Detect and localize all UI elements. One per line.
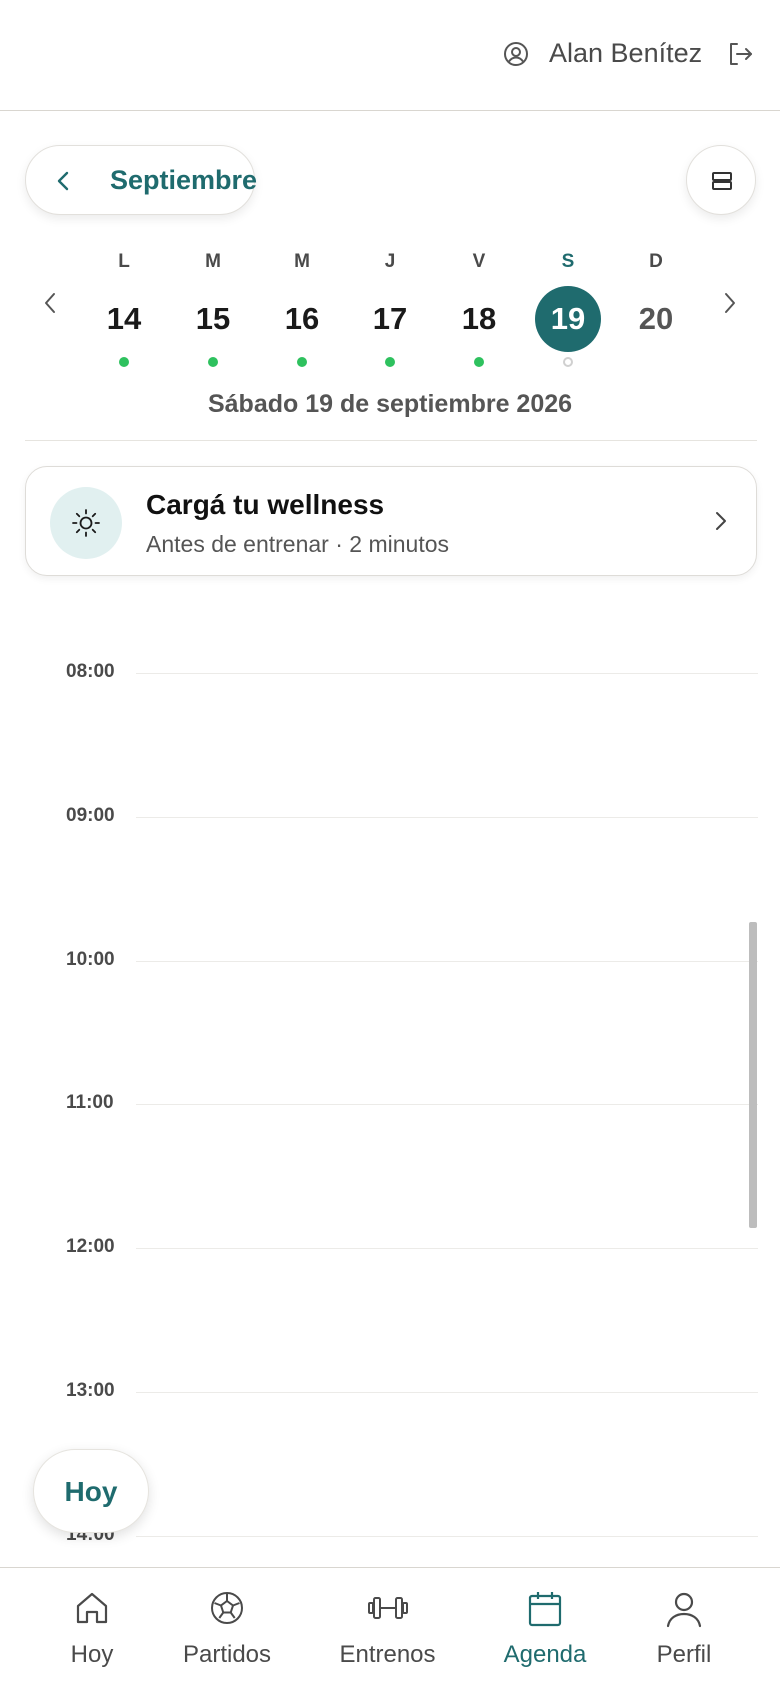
user-name[interactable]: Alan Benítez <box>549 38 702 69</box>
hour-row: 12:00 <box>0 1236 780 1268</box>
view-toggle-button[interactable] <box>686 145 756 215</box>
hour-label: 11:00 <box>66 1092 114 1113</box>
day-20[interactable]: D 20 <box>621 248 691 352</box>
nav-item-agenda[interactable]: Agenda <box>488 1568 602 1688</box>
day-16[interactable]: M 16 <box>267 248 337 367</box>
hour-line <box>136 1536 758 1537</box>
calendar-icon <box>528 1592 562 1627</box>
user-circle-icon <box>504 42 528 66</box>
day-letter: V <box>472 251 486 272</box>
hour-label: 09:00 <box>66 805 115 826</box>
today-button[interactable]: Hoy <box>33 1449 149 1533</box>
chevron-left-icon <box>57 171 69 191</box>
empty-event-dot <box>563 357 573 367</box>
hour-row: 11:00 <box>0 1092 780 1124</box>
hour-label: 08:00 <box>66 661 115 682</box>
wellness-card[interactable]: Cargá tu wellness Antes de entrenar · 2 … <box>25 466 757 576</box>
selected-date-label: Sábado 19 de septiembre 2026 <box>207 390 573 418</box>
previous-week-icon[interactable] <box>38 290 62 316</box>
event-dot <box>297 357 307 367</box>
day-14[interactable]: L 14 <box>89 248 159 367</box>
hour-row: 10:00 <box>0 949 780 981</box>
divider <box>25 440 757 441</box>
event-dot <box>119 357 129 367</box>
hour-row: 08:00 <box>0 661 780 693</box>
day-letter: M <box>205 251 221 272</box>
day-19-selected[interactable]: S 19 <box>533 248 603 367</box>
wellness-subtitle: Antes de entrenar · 2 minutos <box>146 531 449 557</box>
hour-line <box>136 1392 758 1393</box>
day-17[interactable]: J 17 <box>355 248 425 367</box>
day-15[interactable]: M 15 <box>178 248 248 367</box>
day-letter: S <box>561 251 575 272</box>
day-number: 15 <box>195 301 231 336</box>
day-number: 19 <box>535 286 601 352</box>
day-letter: J <box>384 251 396 272</box>
day-letter: M <box>294 251 310 272</box>
hour-label: 10:00 <box>66 949 115 970</box>
hour-line <box>136 673 758 674</box>
nav-item-perfil[interactable]: Perfil <box>642 1568 726 1688</box>
sun-icon <box>72 509 100 537</box>
day-number: 20 <box>638 301 674 336</box>
month-selector-button[interactable]: Septiembre <box>25 145 258 215</box>
hour-row: 09:00 <box>0 805 780 837</box>
wellness-icon-badge <box>50 487 122 559</box>
user-icon <box>666 1592 702 1628</box>
day-number: 16 <box>284 301 320 336</box>
hour-label: 13:00 <box>66 1380 115 1401</box>
hour-line <box>136 817 758 818</box>
soccer-ball-icon <box>211 1592 243 1624</box>
bottom-nav: Hoy Partidos Entrenos Agenda Perfil <box>0 1567 780 1688</box>
event-dot <box>208 357 218 367</box>
app-header: Alan Benítez <box>0 0 780 111</box>
hour-label: 12:00 <box>66 1236 115 1257</box>
nav-item-entrenos[interactable]: Entrenos <box>330 1568 445 1688</box>
hour-line <box>136 1104 758 1105</box>
hour-line <box>136 1248 758 1249</box>
nav-label: Perfil <box>656 1641 712 1668</box>
nav-label: Entrenos <box>339 1641 436 1668</box>
dumbbell-icon <box>368 1597 408 1619</box>
next-week-icon[interactable] <box>718 290 742 316</box>
nav-label: Partidos <box>182 1641 272 1668</box>
scrollbar[interactable] <box>749 922 757 1228</box>
nav-label: Agenda <box>503 1641 587 1668</box>
hour-row: 13:00 <box>0 1380 780 1412</box>
event-dot <box>474 357 484 367</box>
home-icon <box>76 1592 108 1624</box>
month-label: Septiembre <box>110 165 258 195</box>
nav-item-partidos[interactable]: Partidos <box>172 1568 282 1688</box>
day-number: 18 <box>461 301 497 336</box>
day-letter: D <box>649 251 663 272</box>
day-number: 17 <box>372 301 408 336</box>
day-number: 14 <box>106 301 142 336</box>
list-view-icon <box>712 172 732 190</box>
day-letter: L <box>118 251 130 272</box>
hour-row: 14:00 <box>0 1524 780 1556</box>
nav-label: Hoy <box>70 1641 114 1668</box>
chevron-right-icon <box>716 512 726 530</box>
hour-line <box>136 961 758 962</box>
day-18[interactable]: V 18 <box>444 248 514 367</box>
wellness-title: Cargá tu wellness <box>146 489 385 520</box>
logout-icon[interactable] <box>726 40 754 68</box>
event-dot <box>385 357 395 367</box>
nav-item-hoy[interactable]: Hoy <box>42 1568 142 1688</box>
